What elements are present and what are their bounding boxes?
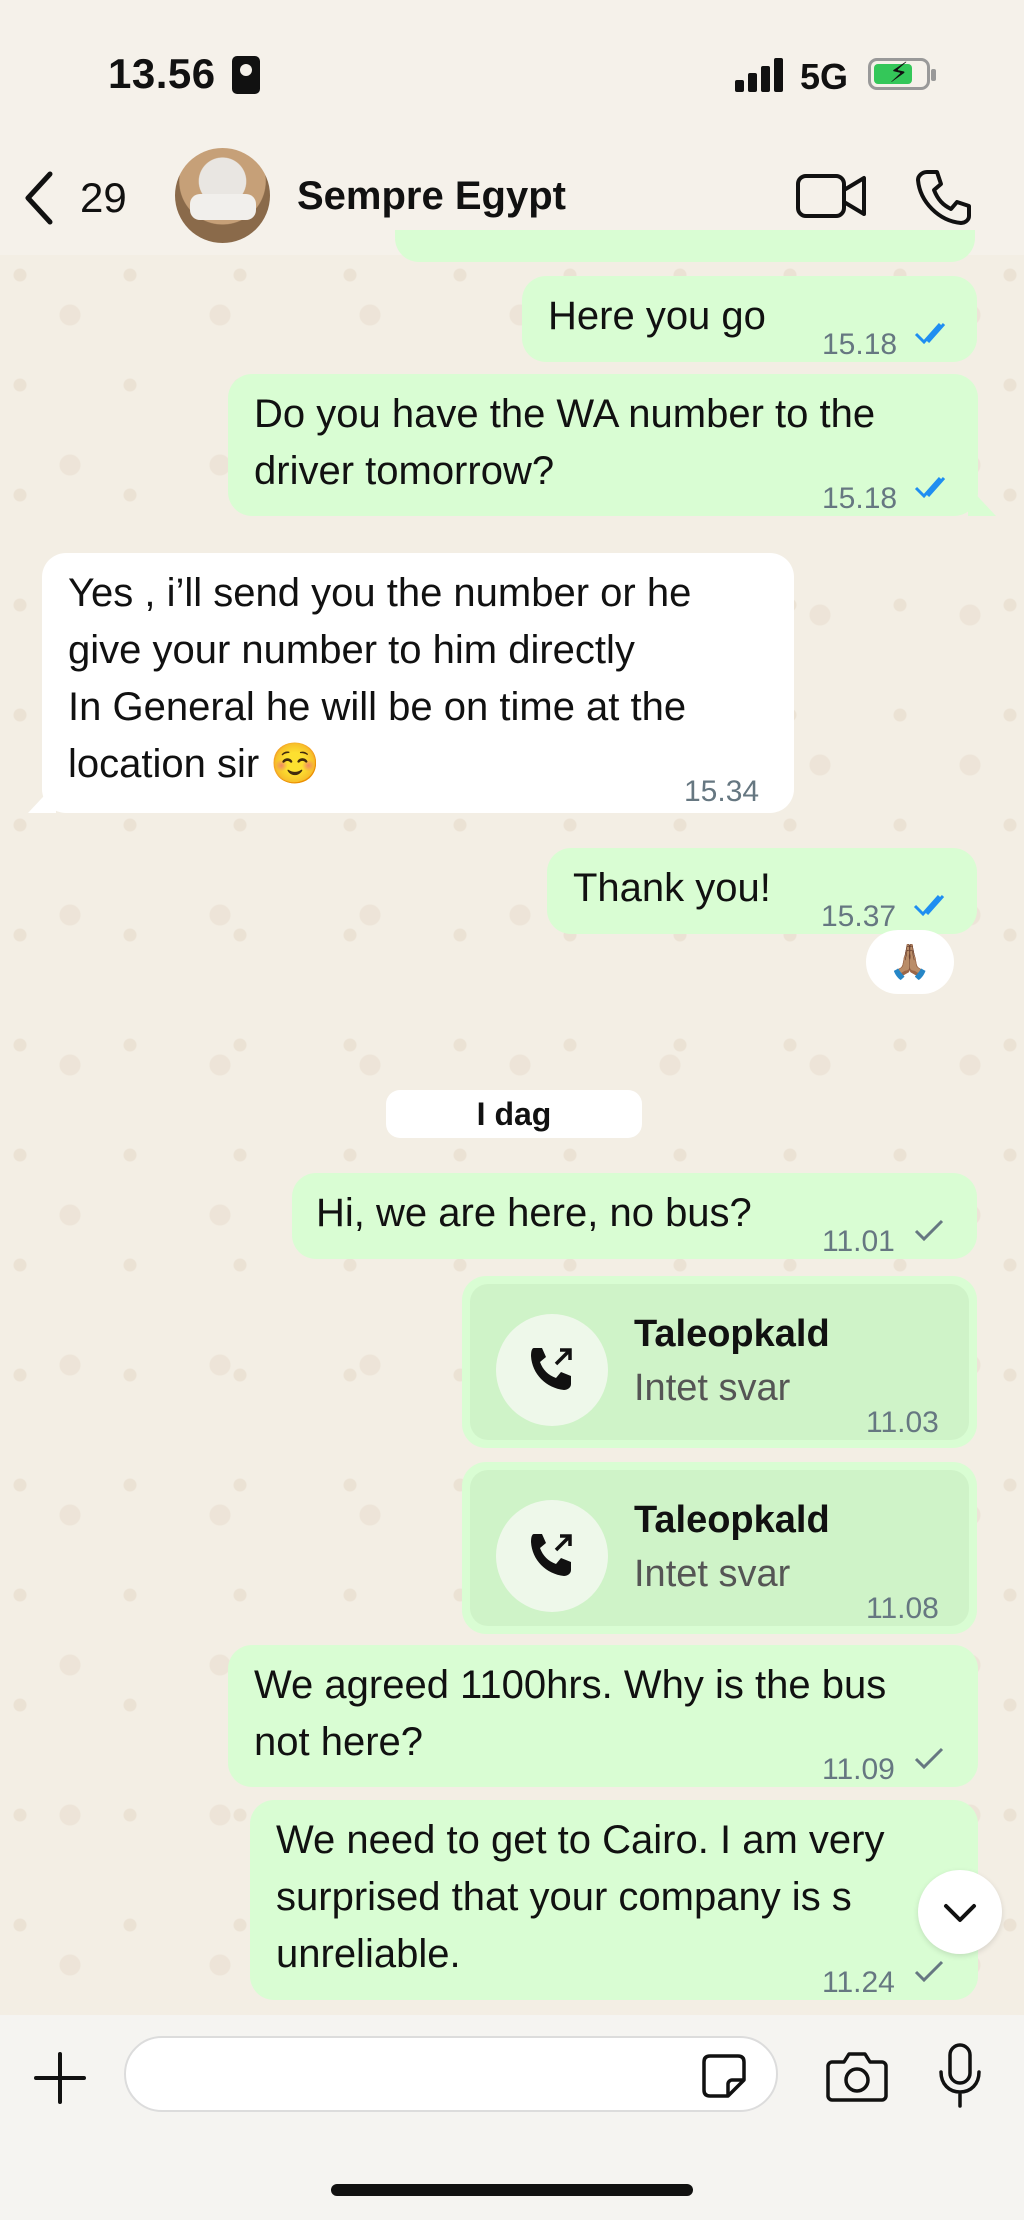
sent-tick-icon bbox=[914, 1219, 944, 1242]
status-time: 13.56 bbox=[108, 50, 216, 97]
message-time: 11.01 bbox=[822, 1225, 895, 1258]
call-card: Taleopkald Intet svar 11.08 bbox=[470, 1470, 969, 1626]
sent-tick-icon bbox=[914, 1747, 944, 1770]
read-ticks-icon bbox=[914, 477, 946, 499]
battery-icon: ⚡ bbox=[868, 57, 936, 90]
message-input[interactable] bbox=[124, 2036, 778, 2112]
call-card: Taleopkald Intet svar 11.03 bbox=[470, 1284, 969, 1440]
message-time: 15.18 bbox=[822, 328, 898, 361]
message-time: 11.03 bbox=[866, 1406, 939, 1439]
read-ticks-icon bbox=[914, 323, 946, 345]
top-bar: 13.56 5G ⚡ 29 Sempre Egypt bbox=[0, 0, 1024, 255]
network-label: 5G bbox=[800, 56, 849, 97]
chevron-down-icon bbox=[944, 1904, 976, 1922]
message-text: unreliable. bbox=[276, 1932, 461, 1976]
call-bubble[interactable]: Taleopkald Intet svar 11.03 bbox=[462, 1276, 977, 1448]
date-divider: I dag bbox=[386, 1090, 642, 1138]
reaction-badge[interactable]: 🙏🏽 bbox=[866, 930, 954, 994]
outgoing-call-icon bbox=[531, 1534, 572, 1576]
message-time: 15.18 bbox=[822, 482, 898, 515]
message-text: In General he will be on time at the bbox=[68, 685, 687, 729]
message-text: Here you go bbox=[548, 294, 766, 338]
call-status: Intet svar bbox=[634, 1367, 791, 1409]
message-text: give your number to him directly bbox=[68, 628, 635, 672]
message-text: We agreed 1100hrs. Why is the bus bbox=[254, 1663, 887, 1707]
message-text: location sir ☺️ bbox=[68, 742, 321, 786]
plus-icon[interactable] bbox=[34, 2052, 86, 2104]
call-title: Taleopkald bbox=[634, 1313, 830, 1355]
message-bubble[interactable]: Do you have the WA number to the driver … bbox=[228, 374, 978, 516]
message-text: surprised that your company is s bbox=[276, 1875, 852, 1919]
message-text: Do you have the WA number to the bbox=[254, 392, 876, 436]
home-indicator bbox=[331, 2184, 693, 2196]
message-time: 11.09 bbox=[822, 1753, 895, 1786]
microphone-icon[interactable] bbox=[938, 2042, 982, 2110]
sticker-icon[interactable] bbox=[700, 2052, 748, 2100]
message-bubble[interactable]: We need to get to Cairo. I am very surpr… bbox=[250, 1800, 978, 2000]
message-bubble[interactable]: Here you go 15.18 bbox=[522, 276, 977, 362]
contact-name[interactable]: Sempre Egypt bbox=[297, 174, 566, 219]
voice-call-icon[interactable] bbox=[915, 168, 973, 226]
camera-icon[interactable] bbox=[826, 2050, 888, 2102]
video-call-icon[interactable] bbox=[795, 170, 867, 222]
message-text: Yes , i’ll send you the number or he bbox=[68, 571, 692, 615]
message-time: 15.34 bbox=[684, 775, 760, 808]
message-bubble[interactable]: We agreed 1100hrs. Why is the bus not he… bbox=[228, 1645, 978, 1787]
avatar[interactable] bbox=[175, 148, 270, 243]
sent-tick-icon bbox=[914, 1960, 944, 1983]
message-text: not here? bbox=[254, 1720, 424, 1764]
call-title: Taleopkald bbox=[634, 1499, 830, 1541]
unread-count[interactable]: 29 bbox=[80, 174, 127, 222]
message-bubble[interactable]: Thank you! 15.37 bbox=[547, 848, 977, 934]
message-text: We need to get to Cairo. I am very bbox=[276, 1818, 885, 1862]
message-bubble[interactable]: Hi, we are here, no bus? 11.01 bbox=[292, 1173, 977, 1259]
id-card-icon bbox=[232, 56, 260, 94]
signal-icon bbox=[735, 58, 785, 92]
call-status: Intet svar bbox=[634, 1553, 791, 1595]
read-ticks-icon bbox=[913, 895, 945, 917]
message-time: 11.24 bbox=[822, 1966, 895, 1999]
call-bubble[interactable]: Taleopkald Intet svar 11.08 bbox=[462, 1462, 977, 1634]
message-time: 11.08 bbox=[866, 1592, 939, 1625]
message-bubble-partial bbox=[395, 230, 975, 262]
outgoing-call-icon bbox=[531, 1348, 572, 1390]
back-chevron-icon[interactable] bbox=[22, 170, 56, 226]
message-text: Hi, we are here, no bus? bbox=[316, 1191, 752, 1235]
scroll-to-bottom-button[interactable] bbox=[918, 1870, 1002, 1954]
message-bubble[interactable]: Yes , i’ll send you the number or he giv… bbox=[42, 553, 794, 813]
message-text: Thank you! bbox=[573, 866, 771, 910]
message-text: driver tomorrow? bbox=[254, 449, 555, 493]
